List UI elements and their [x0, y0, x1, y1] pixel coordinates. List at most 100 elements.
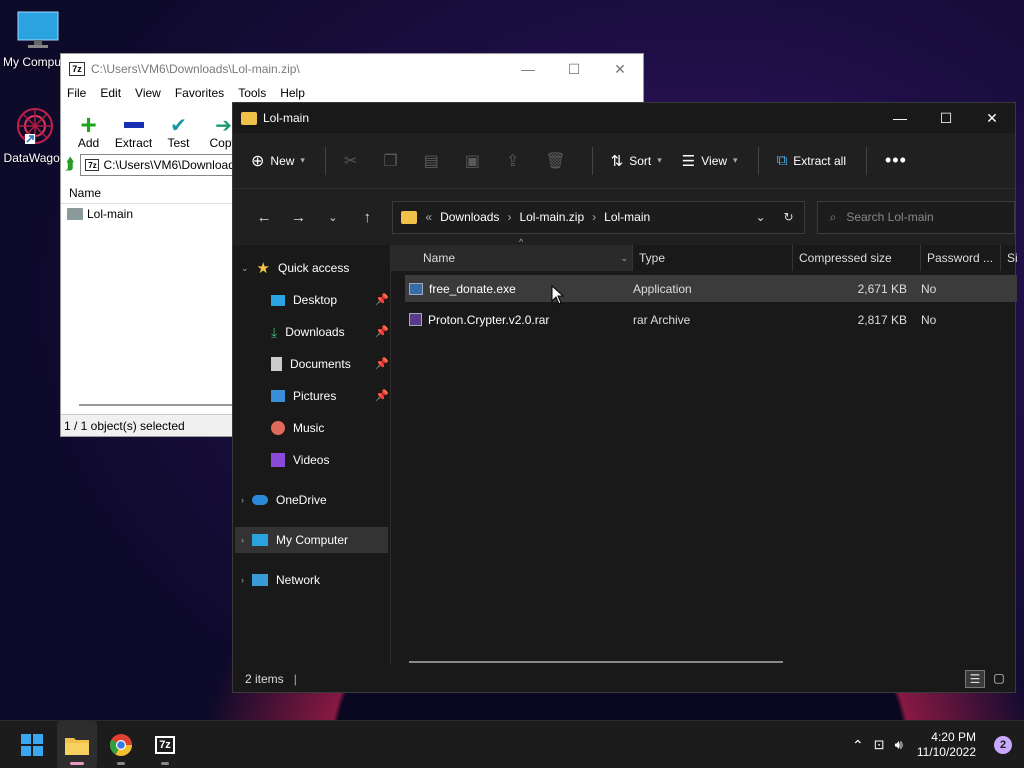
table-row[interactable]: Proton.Crypter.v2.0.rar rar Archive 2,81… [405, 306, 1017, 333]
column-size[interactable]: Si [1001, 245, 1018, 271]
explorer-window[interactable]: Lol-main — ☐ ✕ ⊕ New ▾ ✂ ❐ ▤ ▣ ⇪ 🗑 ⇅ Sor… [232, 102, 1018, 693]
pin-icon[interactable]: 📌 [375, 325, 389, 338]
up-arrow-icon[interactable]: ↑ [350, 209, 384, 226]
maximize-button[interactable]: ☐ [551, 61, 597, 78]
chevron-down-icon[interactable]: ⌄ [755, 210, 765, 224]
more-options-icon[interactable]: ••• [885, 150, 907, 171]
minimize-button[interactable]: — [505, 61, 551, 78]
recent-chevron-icon[interactable]: ⌄ [316, 211, 350, 224]
clock[interactable]: 4:20 PM 11/10/2022 [917, 730, 976, 760]
file-type: Application [633, 281, 692, 296]
close-button[interactable]: ✕ [969, 110, 1015, 127]
file-size: 2,817 KB [857, 312, 907, 327]
close-button[interactable]: ✕ [597, 61, 643, 78]
network-status-icon[interactable]: ⊡ [874, 737, 885, 753]
menu-favorites[interactable]: Favorites [175, 86, 224, 100]
7zip-title-bar[interactable]: 7z C:\Users\VM6\Downloads\Lol-main.zip\ … [61, 54, 643, 84]
rename-icon[interactable]: ▣ [465, 151, 480, 171]
copy-icon[interactable]: ❐ [383, 151, 397, 171]
monitor-icon [17, 11, 59, 48]
delete-icon[interactable]: 🗑 [545, 151, 565, 171]
datawagon-icon [17, 108, 53, 144]
view-button[interactable]: ☰ View ▾ [682, 152, 738, 170]
notification-badge[interactable]: 2 [994, 736, 1012, 754]
status-divider: | [293, 672, 297, 686]
pin-icon[interactable]: 📌 [375, 293, 389, 306]
explorer-nav-bar: ← → ⌄ ↑ « Downloads › Lol-main.zip › Lol… [233, 189, 1016, 245]
cut-icon[interactable]: ✂ [344, 151, 357, 171]
7zip-scrollbar[interactable] [79, 404, 239, 406]
taskbar: 7z ⌃ ⊡ 🔊︎ 4:20 PM 11/10/2022 2 [0, 720, 1024, 768]
chevron-down-icon: ▾ [733, 155, 738, 165]
column-compressed-size[interactable]: Compressed size [793, 245, 921, 271]
explorer-title-bar[interactable]: Lol-main — ☐ ✕ [233, 103, 1015, 133]
explorer-window-title: Lol-main [263, 111, 310, 125]
7zip-status-text: 1 / 1 object(s) selected [64, 418, 185, 433]
refresh-icon[interactable]: ↻ [784, 210, 794, 224]
breadcrumb-lol-main-zip[interactable]: Lol-main.zip [519, 210, 584, 224]
mouse-cursor-icon [551, 285, 565, 305]
up-folder-icon[interactable]: ⮭ [65, 156, 74, 174]
column-password[interactable]: Password ... [921, 245, 1001, 271]
chevron-up-icon[interactable]: ⌃ [852, 737, 864, 754]
pin-icon[interactable]: 📌 [375, 357, 389, 370]
search-input[interactable]: ⌕ Search Lol-main [816, 200, 1016, 234]
sidebar-item-pictures[interactable]: Pictures [271, 383, 336, 409]
chevron-right-icon: › [507, 210, 512, 224]
tiles-view-icon[interactable]: ▢ [989, 670, 1009, 688]
star-icon: ★ [256, 260, 270, 277]
music-icon [271, 421, 285, 435]
sidebar-item-desktop[interactable]: Desktop [271, 287, 337, 313]
menu-view[interactable]: View [135, 86, 161, 100]
paste-icon[interactable]: ▤ [424, 151, 439, 171]
divider [757, 146, 759, 175]
taskbar-file-explorer[interactable] [57, 721, 97, 768]
column-type[interactable]: Type [633, 245, 793, 271]
maximize-button[interactable]: ☐ [923, 110, 969, 127]
menu-edit[interactable]: Edit [100, 86, 121, 100]
sidebar-item-music[interactable]: Music [271, 415, 324, 441]
sidebar-item-onedrive[interactable]: › OneDrive [241, 487, 327, 513]
sidebar-item-network[interactable]: › Network [241, 567, 320, 593]
pictures-icon [271, 390, 285, 402]
share-icon[interactable]: ⇪ [506, 151, 519, 171]
sidebar-item-documents[interactable]: Documents [271, 351, 351, 377]
7zip-app-icon: 7z [69, 62, 85, 76]
table-row[interactable]: free_donate.exe Application 2,671 KB No [405, 275, 1017, 302]
document-icon [271, 357, 282, 371]
minimize-button[interactable]: — [877, 110, 923, 127]
add-button[interactable]: + Add [67, 109, 110, 150]
horizontal-scrollbar[interactable] [409, 661, 783, 663]
taskbar-7zip[interactable]: 7z [145, 721, 185, 768]
file-explorer-icon [65, 738, 89, 755]
7zip-menu-bar: File Edit View Favorites Tools Help [61, 84, 643, 102]
volume-icon[interactable]: 🔊︎ [895, 737, 903, 753]
menu-file[interactable]: File [67, 86, 86, 100]
file-password: No [921, 281, 937, 296]
sidebar-item-videos[interactable]: Videos [271, 447, 329, 473]
extract-all-button[interactable]: ⧉ Extract all [777, 152, 846, 169]
pin-icon[interactable]: 📌 [375, 389, 389, 402]
minus-icon [112, 114, 155, 136]
breadcrumb-downloads[interactable]: Downloads [440, 210, 499, 224]
taskbar-chrome[interactable] [101, 721, 141, 768]
column-name[interactable]: Name ^ ⌄ [391, 237, 633, 271]
start-button[interactable] [12, 721, 52, 768]
back-arrow-icon[interactable]: ← [247, 209, 281, 226]
extract-button[interactable]: Extract [112, 114, 155, 150]
item-count: 2 items [245, 672, 284, 686]
menu-help[interactable]: Help [280, 86, 305, 100]
sidebar-item-label: Downloads [285, 325, 345, 339]
breadcrumb[interactable]: « Downloads › Lol-main.zip › Lol-main ⌄ … [392, 200, 805, 234]
sidebar-item-downloads[interactable]: ⤓ Downloads [271, 319, 345, 345]
sort-button[interactable]: ⇅ Sort ▾ [611, 152, 662, 170]
breadcrumb-overflow[interactable]: « [425, 210, 432, 224]
forward-arrow-icon[interactable]: → [281, 209, 315, 226]
sidebar-item-quick-access[interactable]: ⌄ ★ Quick access [241, 255, 349, 281]
breadcrumb-lol-main[interactable]: Lol-main [604, 210, 650, 224]
new-button[interactable]: ⊕ New ▾ [251, 151, 305, 171]
details-view-icon[interactable]: ☰ [965, 670, 985, 688]
sidebar-item-my-computer[interactable]: › My Computer [235, 527, 388, 553]
menu-tools[interactable]: Tools [238, 86, 266, 100]
test-button[interactable]: ✔ Test [157, 114, 200, 151]
